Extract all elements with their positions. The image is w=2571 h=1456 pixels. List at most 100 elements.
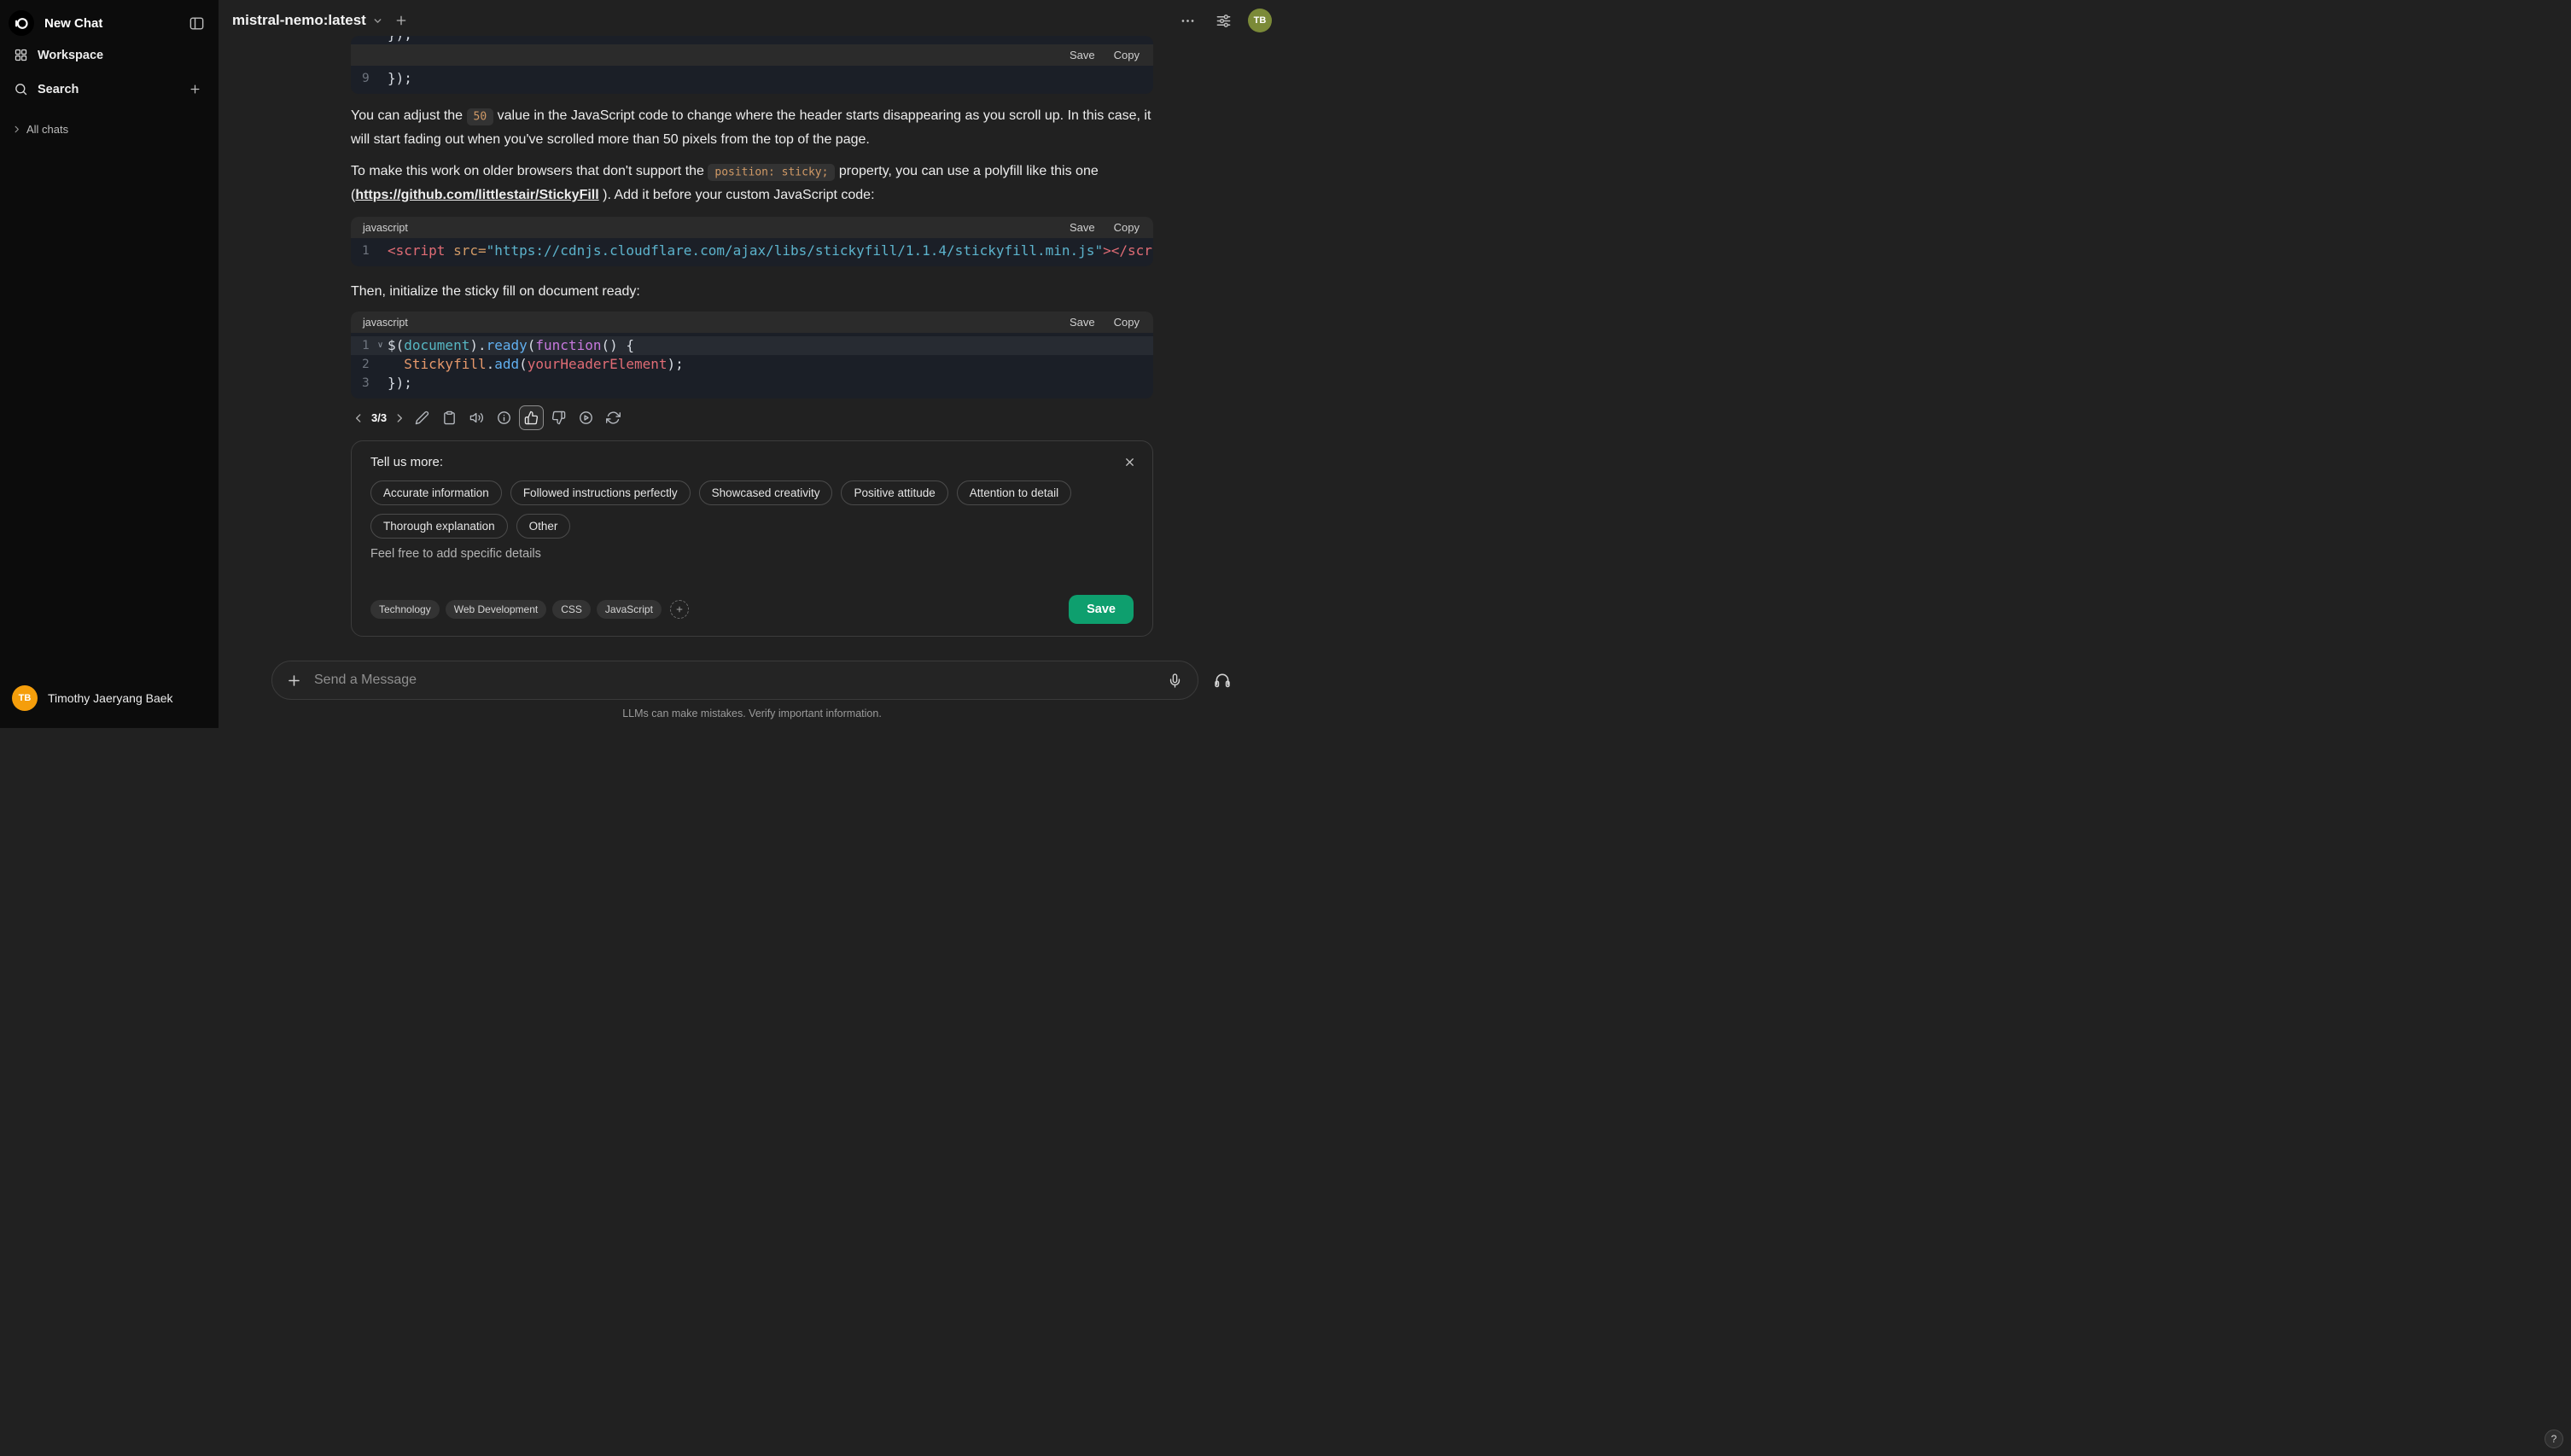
- app: { "sidebar": { "new_chat": "New Chat", "…: [0, 0, 2563, 1448]
- sidebar-toggle-button[interactable]: [185, 12, 208, 35]
- tag-chip[interactable]: Technology: [370, 600, 440, 619]
- code-block-header: javascript Save Copy: [351, 312, 1153, 333]
- code-body: 9});: [351, 66, 1153, 94]
- help-button[interactable]: ?: [2545, 1430, 2563, 1448]
- thumbs-up-icon[interactable]: [519, 405, 545, 430]
- code-copy-button[interactable]: Copy: [1112, 48, 1141, 62]
- line-number: 9: [362, 72, 370, 85]
- sidebar-item-search[interactable]: Search: [7, 73, 212, 106]
- composer-area: LLMs can make mistakes. Verify important…: [219, 645, 1286, 728]
- topbar: mistral-nemo:latest TB: [219, 0, 1286, 36]
- info-icon[interactable]: [492, 405, 516, 430]
- fold-chevron-icon[interactable]: ∨: [373, 336, 388, 355]
- search-label: Search: [38, 82, 79, 96]
- code-copy-button[interactable]: Copy: [1112, 220, 1141, 235]
- line-number: [351, 36, 373, 44]
- code-text: });: [388, 375, 412, 391]
- tag-chip[interactable]: JavaScript: [596, 600, 662, 619]
- add-tag-button[interactable]: [669, 600, 689, 619]
- continue-response-icon[interactable]: [574, 405, 598, 430]
- feedback-option-instructions[interactable]: Followed instructions perfectly: [510, 480, 691, 505]
- code-block-partial: }); Save Copy 9});: [351, 36, 1153, 94]
- code-text: <script src="https://cdnjs.cloudflare.co…: [388, 242, 1153, 259]
- code-block-header: javascript Save Copy: [351, 217, 1153, 238]
- code-block-init: javascript Save Copy 1 ∨ $(document).ready…: [351, 312, 1153, 399]
- workspace-label: Workspace: [38, 48, 104, 62]
- code-line: 2 Stickyfill.add(yourHeaderElement);: [351, 355, 1153, 374]
- code-line: 1 ∨ $(document).ready(function() {: [351, 336, 1153, 355]
- disclaimer-text: LLMs can make mistakes. Verify important…: [622, 708, 882, 719]
- code-language-label: javascript: [363, 316, 408, 329]
- feedback-option-attitude[interactable]: Positive attitude: [841, 480, 948, 505]
- code-line: 1 <script src="https://cdnjs.cloudflare.c…: [351, 242, 1153, 260]
- code-line: });: [351, 36, 1153, 44]
- feedback-tags: Technology Web Development CSS JavaScrip…: [370, 600, 689, 619]
- new-chat-button[interactable]: New Chat: [9, 10, 185, 36]
- microphone-icon[interactable]: [1166, 672, 1184, 690]
- attach-button[interactable]: [284, 671, 304, 690]
- message-actions: 3/3: [351, 405, 1153, 430]
- model-selector[interactable]: mistral-nemo:latest: [232, 12, 383, 29]
- line-number: 2: [362, 358, 370, 371]
- line-number: 3: [362, 376, 370, 390]
- chat-messages: }); Save Copy 9}); You can adjust the 50…: [219, 36, 1286, 645]
- message-input[interactable]: [314, 673, 1156, 688]
- chat-controls-button[interactable]: [1212, 9, 1235, 32]
- copy-message-icon[interactable]: [437, 405, 462, 430]
- stickyfill-link[interactable]: https://github.com/littlestair/StickyFil…: [355, 188, 598, 202]
- code-copy-button[interactable]: Copy: [1112, 315, 1141, 329]
- sidebar-item-workspace[interactable]: Workspace: [7, 41, 212, 69]
- sidebar-user-menu[interactable]: TB Timothy Jaeryang Baek: [7, 678, 212, 718]
- workspace-icon: [14, 48, 28, 62]
- code-save-button[interactable]: Save: [1068, 315, 1097, 329]
- feedback-option-accurate[interactable]: Accurate information: [370, 480, 502, 505]
- thumbs-down-icon[interactable]: [546, 405, 571, 430]
- feedback-save-button[interactable]: Save: [1069, 595, 1134, 624]
- user-avatar: TB: [12, 685, 38, 711]
- new-chat-plus-button[interactable]: [392, 11, 411, 30]
- code-body: 1 ∨ $(document).ready(function() {2 Sticky…: [351, 333, 1153, 399]
- sidebar: New Chat Workspace Search All chats TB T…: [0, 0, 219, 728]
- code-save-button[interactable]: Save: [1068, 48, 1097, 62]
- feedback-panel: Tell us more: Accurate information Follo…: [351, 440, 1153, 637]
- read-aloud-icon[interactable]: [464, 405, 489, 430]
- chevron-down-icon: [372, 15, 383, 26]
- code-text: Stickyfill.add(yourHeaderElement);: [404, 356, 684, 372]
- feedback-option-creativity[interactable]: Showcased creativity: [698, 480, 833, 505]
- sidebar-plus-button[interactable]: [185, 79, 205, 99]
- inline-code: 50: [466, 108, 494, 125]
- code-text: });: [388, 36, 1153, 44]
- edit-icon[interactable]: [410, 405, 434, 430]
- code-block-polyfill: javascript Save Copy 1 <script src="https…: [351, 217, 1153, 266]
- paragraph-text: ). Add it before your custom JavaScript …: [598, 188, 875, 202]
- code-language-label: javascript: [363, 221, 408, 234]
- tag-chip[interactable]: Web Development: [445, 600, 547, 619]
- code-save-button[interactable]: Save: [1068, 220, 1097, 235]
- tag-chip[interactable]: CSS: [552, 600, 591, 619]
- code-text: $(document).ready(function() {: [388, 337, 634, 353]
- close-icon[interactable]: [1121, 453, 1139, 471]
- next-response-button[interactable]: [392, 411, 407, 426]
- feedback-option-explanation[interactable]: Thorough explanation: [370, 514, 508, 539]
- feedback-option-detail[interactable]: Attention to detail: [956, 480, 1072, 505]
- paragraph-text: To make this work on older browsers that…: [351, 164, 708, 178]
- code-text: });: [388, 70, 412, 86]
- message-paragraph: You can adjust the 50 value in the JavaS…: [351, 104, 1153, 151]
- line-number: 1: [362, 339, 370, 352]
- call-headphones-icon[interactable]: [1212, 670, 1233, 690]
- regenerate-icon[interactable]: [601, 405, 626, 430]
- account-avatar[interactable]: TB: [1248, 9, 1272, 32]
- sidebar-item-all-chats[interactable]: All chats: [7, 119, 212, 139]
- paragraph-text: You can adjust the: [351, 108, 467, 123]
- main-area: mistral-nemo:latest TB Save Copy 9}); Y…: [219, 0, 1286, 728]
- feedback-comment-input[interactable]: [370, 547, 1134, 591]
- prev-response-button[interactable]: [351, 411, 366, 426]
- chat-overflow-menu-button[interactable]: [1176, 9, 1199, 32]
- line-number: 1: [362, 244, 370, 258]
- feedback-option-other[interactable]: Other: [516, 514, 571, 539]
